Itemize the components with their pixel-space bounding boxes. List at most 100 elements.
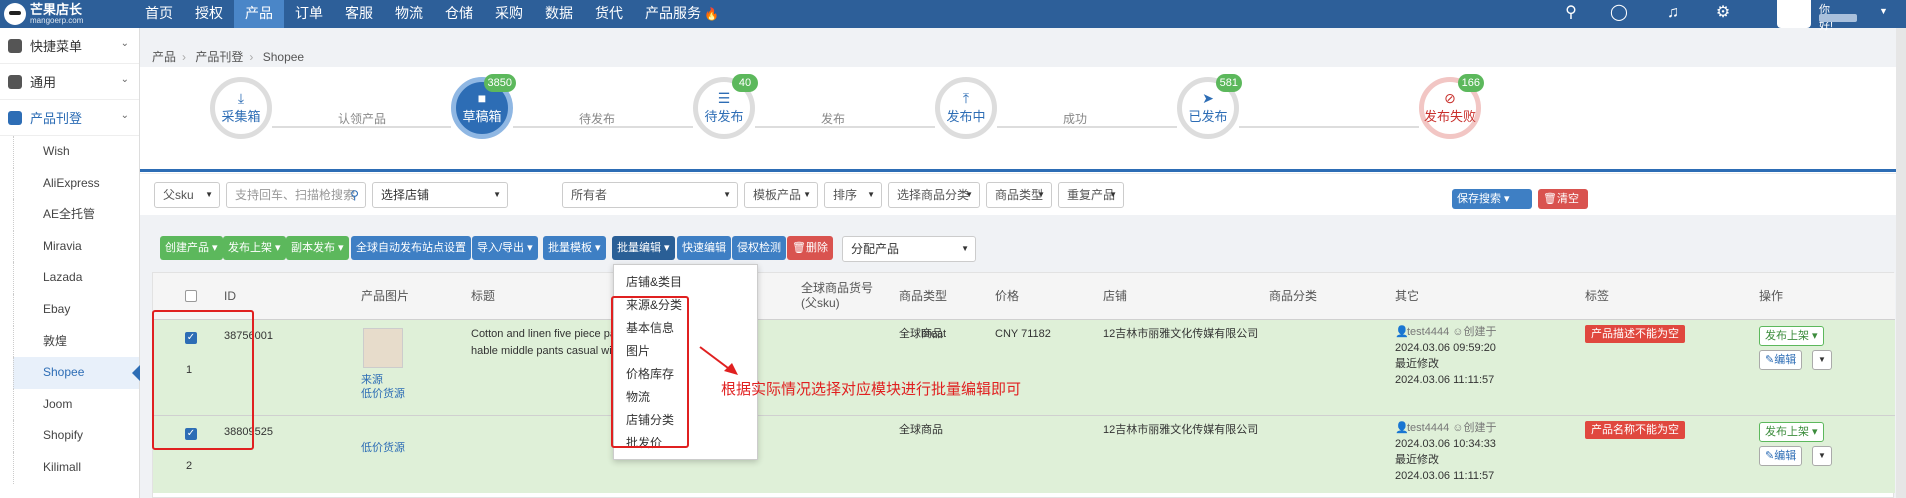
sidebar-group-label: 快捷菜单: [30, 39, 83, 54]
toolbar-button-7[interactable]: 快速编辑: [677, 236, 731, 260]
nav-item-3[interactable]: 订单: [284, 0, 334, 28]
col-image: 产品图片: [361, 289, 410, 303]
select-all-checkbox[interactable]: [185, 290, 197, 302]
step-folder[interactable]: ■ 草稿箱 3850: [451, 74, 516, 139]
sidebar-group-1[interactable]: 通用 ⌄: [0, 64, 139, 100]
duplicate-select[interactable]: 重复产品 ▼: [1058, 182, 1124, 208]
toolbar-button-5[interactable]: 批量模板 ▾: [543, 236, 606, 260]
toolbar-button-label: 副本发布: [291, 242, 335, 254]
search-input[interactable]: 支持回车、扫描枪搜索 ⚲: [226, 182, 366, 208]
assign-product-select[interactable]: 分配产品 ▼: [842, 236, 976, 262]
toolbar-button-3[interactable]: 全球自动发布站点设置: [351, 236, 471, 260]
batch-edit-menu-item-0[interactable]: 店铺&类目: [614, 271, 757, 294]
product-thumbnail[interactable]: [363, 328, 403, 368]
sidebar-item-aliexpress[interactable]: AliExpress: [13, 167, 139, 200]
creator: test4444 ☺创建于: [1407, 324, 1497, 341]
parent-sku-select[interactable]: 父sku ▼: [154, 182, 220, 208]
logo-mascot-icon: [4, 3, 26, 25]
nav-item-6[interactable]: 仓储: [434, 0, 484, 28]
toolbar-button-0[interactable]: 创建产品 ▾: [160, 236, 223, 260]
sidebar-group-2[interactable]: 产品刊登 ⌄: [0, 100, 139, 136]
sidebar-item-miravia[interactable]: Miravia: [13, 230, 139, 263]
edit-button[interactable]: ✎编辑: [1759, 446, 1803, 466]
publish-button[interactable]: 发布上架 ▾: [1759, 422, 1824, 442]
step-doc[interactable]: ☰ 待发布 40: [693, 74, 758, 139]
created-label: 创建于: [1463, 422, 1497, 434]
owner-select[interactable]: 所有者 ▼: [562, 182, 738, 208]
logo[interactable]: 芒果店长 mangoerp.com: [4, 0, 83, 28]
table-row[interactable]: ✓ 1 38756001 来源 低价货源 Cotton and linen five pi…: [153, 319, 1895, 415]
breadcrumb-listing[interactable]: 产品刊登: [195, 50, 243, 64]
chevron-down-icon: ⌄: [120, 74, 129, 85]
sidebar-item-kilimall[interactable]: Kilimall: [13, 451, 139, 484]
sidebar-item-shopee[interactable]: Shopee: [13, 357, 140, 389]
col-category: 商品分类: [1269, 289, 1318, 303]
caret-down-icon: ▾: [335, 242, 344, 254]
toolbar-button-4[interactable]: 导入/导出 ▾: [472, 236, 538, 260]
toolbar-button-label: 批量编辑: [617, 242, 661, 254]
edit-more-dropdown[interactable]: ▼: [1812, 446, 1832, 466]
toolbar-button-6[interactable]: 批量编辑 ▾: [612, 236, 675, 260]
toolbar-button-2[interactable]: 副本发布 ▾: [286, 236, 349, 260]
nav-item-1[interactable]: 授权: [184, 0, 234, 28]
steps-active-line: [140, 169, 1906, 172]
step-connector-label: 待发布: [579, 112, 616, 126]
col-store: 店铺: [1103, 289, 1128, 303]
toolbar-button-8[interactable]: 侵权检测: [732, 236, 786, 260]
edit-more-dropdown[interactable]: ▼: [1812, 350, 1832, 370]
step-send[interactable]: ➤ 已发布 581: [1177, 74, 1242, 139]
nav-item-8[interactable]: 数据: [534, 0, 584, 28]
clear-button[interactable]: 🗑清空: [1538, 189, 1588, 209]
sidebar-item-ae全托管[interactable]: AE全托管: [13, 199, 139, 231]
nav-item-0[interactable]: 首页: [134, 0, 184, 28]
workflow-steps: 认领产品 待发布 发布 成功 ⤓ 采集箱 ■ 草稿箱 3850 ☰ 待发布 40 ⤒ 发布中 ➤ 已发布 581…: [140, 67, 1906, 173]
sidebar-item-wish[interactable]: Wish: [13, 136, 139, 168]
nav-item-4[interactable]: 客服: [334, 0, 384, 28]
nav-label: 产品服务: [645, 5, 701, 21]
search-icon[interactable]: ⚲: [1562, 4, 1580, 22]
toolbar-button-label: 快速编辑: [682, 242, 726, 254]
page-scrollbar[interactable]: [1896, 28, 1906, 498]
edit-button[interactable]: ✎编辑: [1759, 350, 1803, 370]
low-price-source-link[interactable]: 低价货源: [361, 386, 405, 403]
sidebar-item-ebay[interactable]: Ebay: [13, 293, 139, 326]
toolbar-button-9[interactable]: 🗑删除: [787, 236, 833, 260]
step-eye-slash[interactable]: ⊘ 发布失败 166: [1419, 74, 1484, 139]
bell-icon[interactable]: ♫: [1664, 4, 1682, 22]
toolbar-button-1[interactable]: 发布上架 ▾: [223, 236, 286, 260]
low-price-source-link[interactable]: 低价货源: [361, 440, 405, 457]
caret-down-icon: ▾: [524, 242, 533, 254]
step-upload[interactable]: ⤒ 发布中: [935, 77, 997, 139]
nav-item-10[interactable]: 产品服务 🔥: [634, 0, 730, 28]
search-icon[interactable]: ⚲: [350, 183, 359, 207]
nav-item-2[interactable]: 产品: [234, 0, 284, 28]
chat-icon[interactable]: ◯: [1610, 4, 1628, 22]
sort-select[interactable]: 排序 ▼: [824, 182, 882, 208]
nav-item-9[interactable]: 货代: [584, 0, 634, 28]
assign-label: 分配产品: [851, 242, 900, 256]
sidebar-item-joom[interactable]: Joom: [13, 388, 139, 421]
table-row[interactable]: ✓ 2 38809525 低价货源 全球商品 12吉林市丽雅文化传媒有限公司 👤 test44…: [153, 415, 1895, 493]
nav-item-5[interactable]: 物流: [384, 0, 434, 28]
sidebar-item-lazada[interactable]: Lazada: [13, 262, 139, 294]
store-select[interactable]: 选择店铺 ▼: [372, 182, 508, 208]
product-type-select[interactable]: 商品类型 ▼: [986, 182, 1052, 208]
template-select[interactable]: 模板产品 ▼: [744, 182, 818, 208]
sidebar-group-label: 产品刊登: [30, 111, 83, 126]
caret-down-icon: ▾: [592, 242, 601, 254]
breadcrumb-product[interactable]: 产品: [152, 50, 176, 64]
gear-icon[interactable]: ⚙: [1714, 4, 1732, 22]
sidebar-group-0[interactable]: 快捷菜单 ⌄: [0, 28, 139, 64]
logo-title: 芒果店长: [30, 2, 83, 18]
nav-label: 采购: [495, 5, 523, 21]
caret-down-icon: ▾: [272, 242, 281, 254]
step-download[interactable]: ⤓ 采集箱: [210, 77, 272, 139]
sidebar-item-敦煌[interactable]: 敦煌: [13, 325, 139, 358]
publish-button[interactable]: 发布上架 ▾: [1759, 326, 1824, 346]
category-select[interactable]: 选择商品分类 ▼: [888, 182, 980, 208]
sidebar-item-shopify[interactable]: Shopify: [13, 420, 139, 452]
nav-item-7[interactable]: 采购: [484, 0, 534, 28]
save-search-button[interactable]: 保存搜索 ▾: [1452, 189, 1532, 209]
toolbar-button-label: 创建产品: [165, 242, 209, 254]
modified-label: 最近修改: [1395, 454, 1439, 466]
